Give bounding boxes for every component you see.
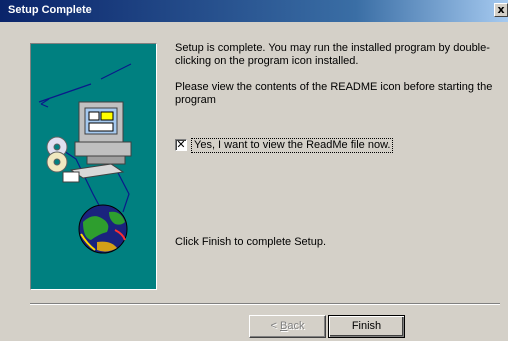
finish-instruction-message: Click Finish to complete Setup. [175,236,327,248]
back-arrow-label: < [270,320,280,332]
title-bar[interactable]: Setup Complete x [0,0,508,22]
setup-dialog: Setup Complete x Setup is complete. You … [0,0,508,341]
finish-label: Finish [351,320,382,332]
cd-disc-icon [46,136,80,183]
close-icon: x [497,3,505,16]
back-button[interactable]: < Back [249,315,326,338]
setup-illustration [38,63,132,254]
setup-illustration-panel [30,43,157,290]
setup-complete-message: Setup is complete. You may run the insta… [175,42,490,67]
close-button[interactable]: x [494,3,508,17]
globe-icon [78,204,128,254]
view-readme-label[interactable]: Yes, I want to view the ReadMe file now. [191,138,394,153]
readme-instruction-message: Please view the contents of the README i… [175,81,493,106]
view-readme-checkbox[interactable]: ✕ [175,139,187,151]
finish-button[interactable]: Finish [328,315,405,338]
window-title: Setup Complete [8,4,92,16]
back-label: ack [287,320,305,332]
button-separator [30,303,500,305]
checkmark-icon: ✕ [176,138,186,151]
